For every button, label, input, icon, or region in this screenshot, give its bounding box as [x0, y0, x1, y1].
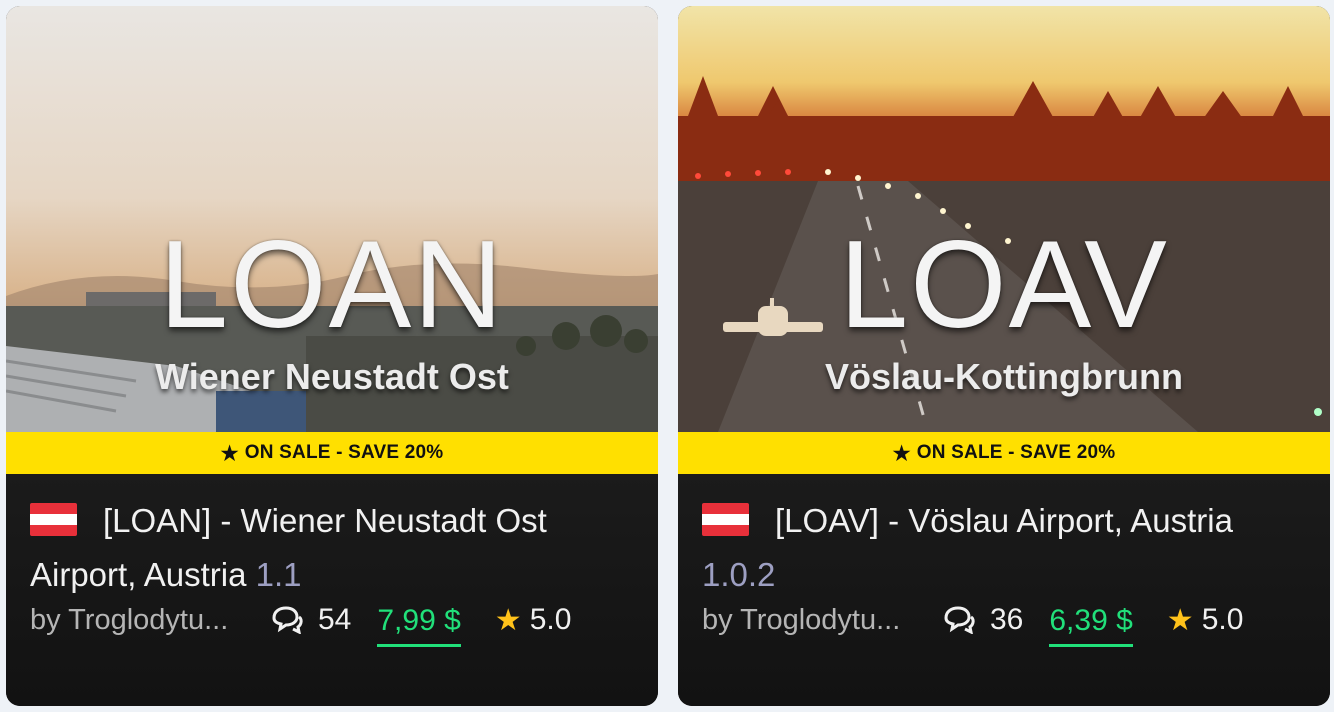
star-icon: ★	[220, 442, 239, 465]
comments-icon	[944, 606, 975, 634]
product-info: [LOAV] - Vöslau Airport, Austria 1.0.2 b…	[678, 474, 1330, 706]
star-icon: ★	[1166, 603, 1194, 637]
sale-text: ON SALE - SAVE 20%	[244, 442, 444, 463]
airport-name-overlay: Vöslau-Kottingbrunn	[825, 356, 1183, 397]
product-card-loav[interactable]: LOAV Vöslau-Kottingbrunn ★ ON SALE - SAV…	[678, 6, 1330, 706]
sale-banner: ★ ON SALE - SAVE 20%	[6, 432, 658, 474]
rating-value: 5.0	[529, 603, 572, 636]
star-icon: ★	[494, 603, 522, 637]
product-meta: by Troglodytu... 54 7,99 $ ★ 5.0	[30, 600, 650, 647]
comments-value: 36	[990, 603, 1024, 636]
airport-code-overlay: LOAV	[839, 216, 1169, 354]
product-meta: by Troglodytu... 36 6,39 $ ★ 5.0	[702, 600, 1322, 647]
star-icon: ★	[892, 442, 911, 465]
rating: ★ 5.0	[495, 603, 572, 638]
product-title[interactable]: [LOAV] - Vöslau Airport, Austria 1.0.2	[702, 494, 1306, 602]
price[interactable]: 7,99 $	[377, 604, 461, 647]
austria-flag-icon	[30, 503, 77, 536]
product-title-text: [LOAV] - Vöslau Airport, Austria	[775, 502, 1233, 539]
comments-count[interactable]: 54	[270, 603, 351, 637]
product-card-loan[interactable]: LOAN Wiener Neustadt Ost ★ ON SALE - SAV…	[6, 6, 658, 706]
product-title[interactable]: [LOAN] - Wiener Neustadt Ost Airport, Au…	[30, 494, 634, 602]
comments-value: 54	[318, 603, 352, 636]
author-link[interactable]: by Troglodytu...	[30, 604, 262, 637]
sale-banner: ★ ON SALE - SAVE 20%	[678, 432, 1330, 474]
rating-value: 5.0	[1201, 603, 1244, 636]
airport-name-overlay: Wiener Neustadt Ost	[155, 356, 509, 397]
price[interactable]: 6,39 $	[1049, 604, 1133, 647]
product-version: 1.0.2	[702, 556, 776, 593]
author-link[interactable]: by Troglodytu...	[702, 604, 934, 637]
comments-icon	[272, 606, 303, 634]
product-version: 1.1	[255, 556, 302, 593]
sale-text: ON SALE - SAVE 20%	[916, 442, 1116, 463]
comments-count[interactable]: 36	[942, 603, 1023, 637]
product-image[interactable]: LOAV Vöslau-Kottingbrunn	[678, 6, 1330, 432]
airport-code-overlay: LOAN	[159, 216, 505, 354]
product-image[interactable]: LOAN Wiener Neustadt Ost	[6, 6, 658, 432]
product-info: [LOAN] - Wiener Neustadt Ost Airport, Au…	[6, 474, 658, 706]
rating: ★ 5.0	[1167, 603, 1244, 638]
austria-flag-icon	[702, 503, 749, 536]
